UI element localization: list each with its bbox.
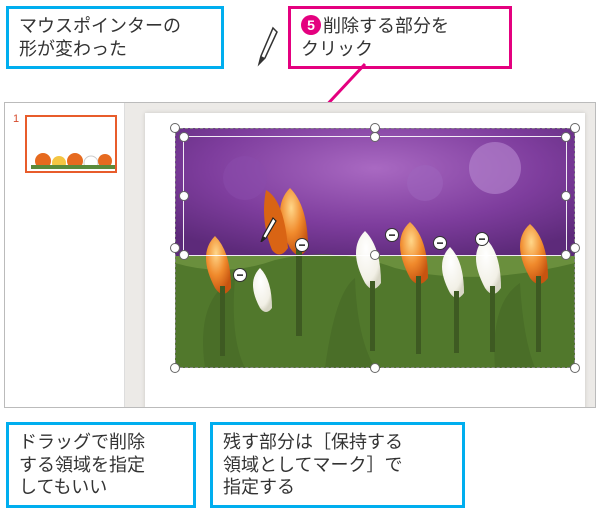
slide-thumbnail[interactable]: [25, 115, 117, 173]
callout-text: 削除する部分を クリック: [301, 16, 449, 59]
picture-handle-s[interactable]: [370, 363, 380, 373]
slide-number: 1: [13, 113, 19, 125]
callout-text: 残す部分は［保持する 領域としてマーク］で 指定する: [223, 432, 403, 497]
callout-step5: 5削除する部分を クリック: [288, 6, 512, 69]
callout-keep-area: 残す部分は［保持する 領域としてマーク］で 指定する: [210, 422, 465, 508]
remove-mark-icon: −: [433, 236, 447, 250]
slide-thumbnail-panel[interactable]: 1: [5, 103, 125, 407]
marquee-handle-n[interactable]: [370, 132, 380, 142]
callout-text: ドラッグで削除 する領域を指定 してもいい: [19, 432, 145, 497]
slide-canvas[interactable]: − − − − −: [125, 103, 595, 407]
marquee-handle-e[interactable]: [561, 191, 571, 201]
callout-pointer-changed: マウスポインターの 形が変わった: [6, 6, 224, 69]
picture-handle-nw[interactable]: [170, 123, 180, 133]
marquee-handle-w[interactable]: [179, 191, 189, 201]
marquee-handle-se[interactable]: [561, 250, 571, 260]
remove-mark-icon: −: [233, 268, 247, 282]
marquee-handle-s[interactable]: [370, 250, 380, 260]
picture-with-background-removal[interactable]: − − − − −: [175, 128, 575, 368]
callout-drag-to-delete: ドラッグで削除 する領域を指定 してもいい: [6, 422, 196, 508]
remove-mark-icon: −: [295, 238, 309, 252]
pencil-icon: [257, 24, 279, 73]
picture-handle-w[interactable]: [170, 243, 180, 253]
picture-handle-sw[interactable]: [170, 363, 180, 373]
marquee-handle-ne[interactable]: [561, 132, 571, 142]
marquee-handle-nw[interactable]: [179, 132, 189, 142]
picture-handle-se[interactable]: [570, 363, 580, 373]
picture-handle-n[interactable]: [370, 123, 380, 133]
callout-text: マウスポインターの 形が変わった: [19, 16, 181, 59]
step-number-badge: 5: [301, 15, 321, 35]
marquee-handle-sw[interactable]: [179, 250, 189, 260]
picture-handle-e[interactable]: [570, 243, 580, 253]
editor-area: 1: [4, 102, 596, 408]
foreground-marquee[interactable]: [183, 136, 567, 256]
picture-handle-ne[interactable]: [570, 123, 580, 133]
remove-mark-icon: −: [475, 232, 489, 246]
slide: − − − − −: [145, 113, 585, 407]
remove-mark-icon: −: [385, 228, 399, 242]
